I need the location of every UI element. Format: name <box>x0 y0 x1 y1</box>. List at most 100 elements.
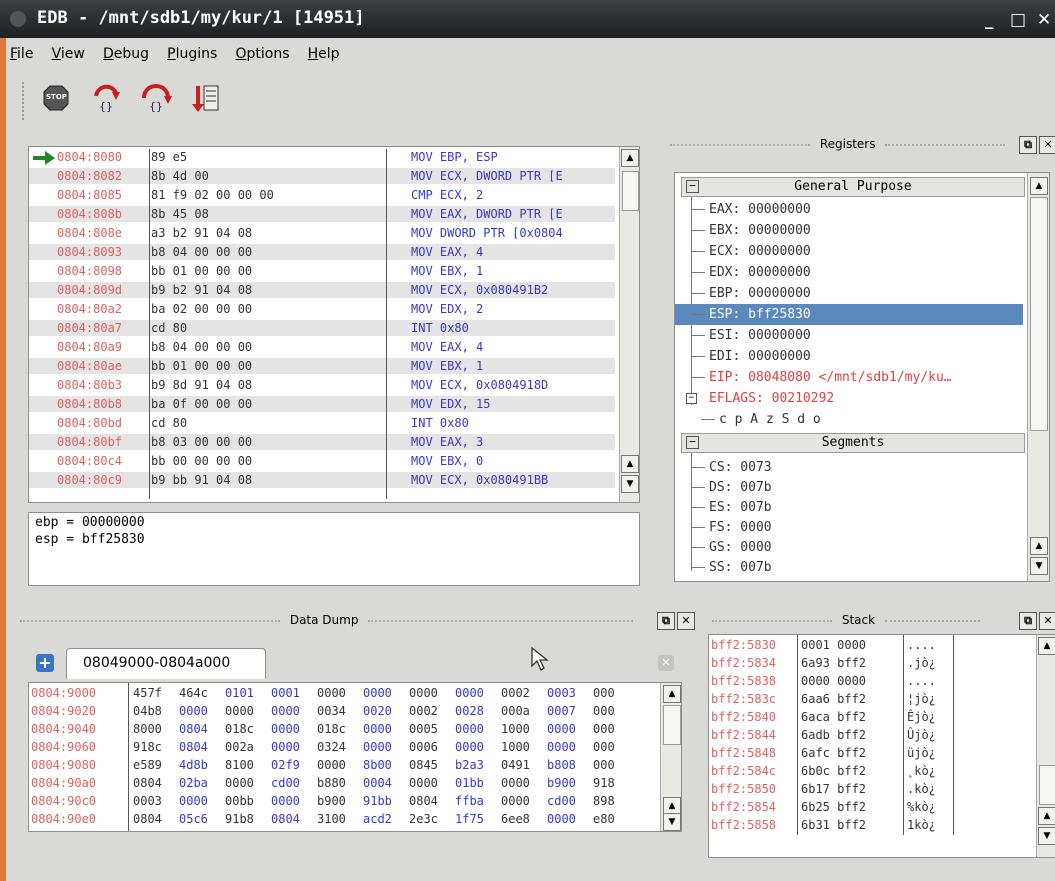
register-row[interactable]: EAX: 00000000 <box>675 199 1023 220</box>
disasm-instruction: MOV EDX, 15 <box>411 397 491 411</box>
close-button[interactable]: ✕ <box>1037 10 1051 30</box>
segment-register-row[interactable]: SS: 007b <box>675 557 1023 578</box>
scroll-up-button[interactable]: ▲ <box>663 685 681 703</box>
disasm-row[interactable]: 0804:80b8 ba 0f 00 00 00 MOV EDX, 15 <box>29 396 615 412</box>
disasm-row[interactable]: 0804:80c9 b9 bb 91 04 08 MOV ECX, 0x080491… <box>29 472 615 488</box>
segment-value: CS: 0073 <box>709 460 772 475</box>
eflags-bits-row[interactable]: c p A z S d o <box>675 409 1023 430</box>
dump-word: 0000 <box>455 740 484 754</box>
disasm-row[interactable]: 0804:80b3 b9 8d 91 04 08 MOV ECX, 0x080491… <box>29 377 615 393</box>
disasm-row[interactable]: 0804:80c4 bb 00 00 00 00 MOV EBX, 0 <box>29 453 615 469</box>
step-into-button[interactable]: {} <box>90 82 122 114</box>
close-dock-button[interactable]: ✕ <box>677 612 695 630</box>
disasm-row[interactable]: 0804:809d b9 b2 91 04 08 MOV ECX, 0x080491… <box>29 282 615 298</box>
dump-word: b2a3 <box>455 758 484 772</box>
scroll-thumb[interactable] <box>663 705 681 745</box>
disasm-row[interactable]: 0804:80bf b8 03 00 00 00 MOV EAX, 3 <box>29 434 615 450</box>
menu-help[interactable]: Help <box>308 46 340 62</box>
menu-debug[interactable]: Debug <box>103 46 149 62</box>
segment-register-row[interactable]: GS: 0000 <box>675 537 1023 558</box>
disasm-row[interactable]: 0804:80a7 cd 80 INT 0x80 <box>29 320 615 336</box>
register-row[interactable]: − EFLAGS: 00210292 <box>675 388 1023 409</box>
segment-register-row[interactable]: ES: 007b <box>675 497 1023 518</box>
dump-address: 0804:9020 <box>31 704 97 718</box>
disasm-row[interactable]: 0804:8093 b8 04 00 00 00 MOV EAX, 4 <box>29 244 615 260</box>
scroll-up-button[interactable]: ▲ <box>1038 637 1055 655</box>
float-button[interactable]: ⧉ <box>1019 612 1037 630</box>
menu-file[interactable]: File <box>10 46 33 62</box>
segments-header[interactable]: − Segments <box>681 433 1025 453</box>
scroll-down-button[interactable]: ▼ <box>1038 827 1055 845</box>
run-to-return-button[interactable] <box>190 82 222 114</box>
step-over-button[interactable]: {} <box>140 82 173 114</box>
close-dock-button[interactable]: ✕ <box>1039 136 1055 154</box>
column-divider <box>953 635 954 835</box>
float-button[interactable]: ⧉ <box>1019 136 1037 154</box>
menu-options[interactable]: Options <box>235 46 289 62</box>
collapse-icon[interactable]: − <box>686 436 699 449</box>
menu-view[interactable]: View <box>52 46 85 62</box>
disasm-row[interactable]: 0804:8082 8b 4d 00 MOV ECX, DWORD PTR [E <box>29 168 615 184</box>
data-dump-view[interactable]: 0804:9000 457f 464c 0101 0001 0000 0000 0000 000… <box>28 682 682 832</box>
float-button[interactable]: ⧉ <box>657 612 675 630</box>
register-row[interactable]: EBX: 00000000 <box>675 220 1023 241</box>
dock-grip <box>368 619 634 622</box>
stack-hex: 6b25 bff2 <box>801 800 867 814</box>
scroll-up-button[interactable]: ▲ <box>621 149 639 167</box>
dump-scrollbar[interactable]: ▲ ▲ ▼ <box>660 683 681 831</box>
scroll-up-button[interactable]: ▲ <box>1030 177 1048 195</box>
disasm-row[interactable]: 0804:80a2 ba 02 00 00 00 MOV EDX, 2 <box>29 301 615 317</box>
register-row[interactable]: EDI: 00000000 <box>675 346 1023 367</box>
dump-word: 05c6 <box>179 812 208 826</box>
scroll-up-button[interactable]: ▲ <box>1030 537 1048 555</box>
minimize-button[interactable]: _ <box>985 10 994 30</box>
scroll-down-button[interactable]: ▼ <box>1030 557 1048 575</box>
disasm-row[interactable]: 0804:808b 8b 45 08 MOV EAX, DWORD PTR [E <box>29 206 615 222</box>
expand-icon[interactable]: − <box>686 393 697 404</box>
window-titlebar: EDB - /mnt/sdb1/my/kur/1 [14951] _ □ ✕ <box>0 0 1055 38</box>
register-row[interactable]: EBP: 00000000 <box>675 283 1023 304</box>
stack-view[interactable]: bff2:5830 0001 0000.... bff2:5834 6a93 bff2… <box>708 634 1055 858</box>
disasm-row[interactable]: 0804:8098 bb 01 00 00 00 MOV EBX, 1 <box>29 263 615 279</box>
register-row[interactable]: ESP: bff25830 <box>675 304 1023 325</box>
collapse-icon[interactable]: − <box>686 180 699 193</box>
maximize-button[interactable]: □ <box>1010 10 1026 30</box>
close-dock-button[interactable]: ✕ <box>1039 612 1055 630</box>
dump-word: 0000 <box>409 686 438 700</box>
registers-scrollbar[interactable]: ▲ ▲ ▼ <box>1027 173 1049 581</box>
close-tab-button[interactable]: ✕ <box>658 655 674 671</box>
scroll-down-button[interactable]: ▼ <box>663 813 681 831</box>
scroll-thumb[interactable] <box>622 171 639 211</box>
stop-button[interactable]: STOP <box>40 82 72 114</box>
disasm-bytes: b9 b2 91 04 08 <box>151 283 253 297</box>
register-row[interactable]: EIP: 08048080 </mnt/sdb1/my/ku… <box>675 367 1023 388</box>
disassembly-view[interactable]: 0804:8080 89 e5 MOV EBP, ESP 0804:8082 8b 4d… <box>28 146 640 503</box>
dump-tab[interactable]: 08049000-0804a000 <box>66 648 266 679</box>
disasm-row[interactable]: 0804:80bd cd 80 INT 0x80 <box>29 415 615 431</box>
registers-view[interactable]: − General Purpose EAX: 00000000 EBX: 0000… <box>674 172 1050 582</box>
disasm-row[interactable]: 0804:8085 81 f9 02 00 00 00 CMP ECX, 2 <box>29 187 615 203</box>
segment-register-row[interactable]: DS: 007b <box>675 477 1023 498</box>
scroll-down-button[interactable]: ▼ <box>621 475 639 493</box>
register-row[interactable]: EDX: 00000000 <box>675 262 1023 283</box>
disasm-address: 0804:80c4 <box>57 454 123 468</box>
stack-scrollbar[interactable]: ▲ ▲ ▼ <box>1036 635 1055 857</box>
disasm-row[interactable]: 0804:8080 89 e5 MOV EBP, ESP <box>29 149 615 165</box>
disasm-row[interactable]: 0804:80ae bb 01 00 00 00 MOV EBX, 1 <box>29 358 615 374</box>
scroll-up-button[interactable]: ▲ <box>621 455 639 473</box>
register-row[interactable]: ECX: 00000000 <box>675 241 1023 262</box>
register-row[interactable]: ESI: 00000000 <box>675 325 1023 346</box>
disasm-row[interactable]: 0804:80a9 b8 04 00 00 00 MOV EAX, 4 <box>29 339 615 355</box>
scroll-thumb[interactable] <box>1039 765 1055 805</box>
segment-register-row[interactable]: FS: 0000 <box>675 517 1023 538</box>
scroll-thumb[interactable] <box>1030 197 1048 431</box>
disasm-scrollbar[interactable]: ▲ ▲ ▼ <box>619 147 639 502</box>
menu-plugins[interactable]: Plugins <box>167 46 217 62</box>
disasm-row[interactable]: 0804:808e a3 b2 91 04 08 MOV DWORD PTR [0x… <box>29 225 615 241</box>
dump-word: 0804 <box>133 812 162 826</box>
segment-register-row[interactable]: CS: 0073 <box>675 457 1023 478</box>
scroll-up-button[interactable]: ▲ <box>1038 807 1055 825</box>
add-tab-button[interactable]: + <box>36 654 54 672</box>
general-purpose-header[interactable]: − General Purpose <box>681 177 1025 197</box>
dock-grip <box>884 619 980 622</box>
